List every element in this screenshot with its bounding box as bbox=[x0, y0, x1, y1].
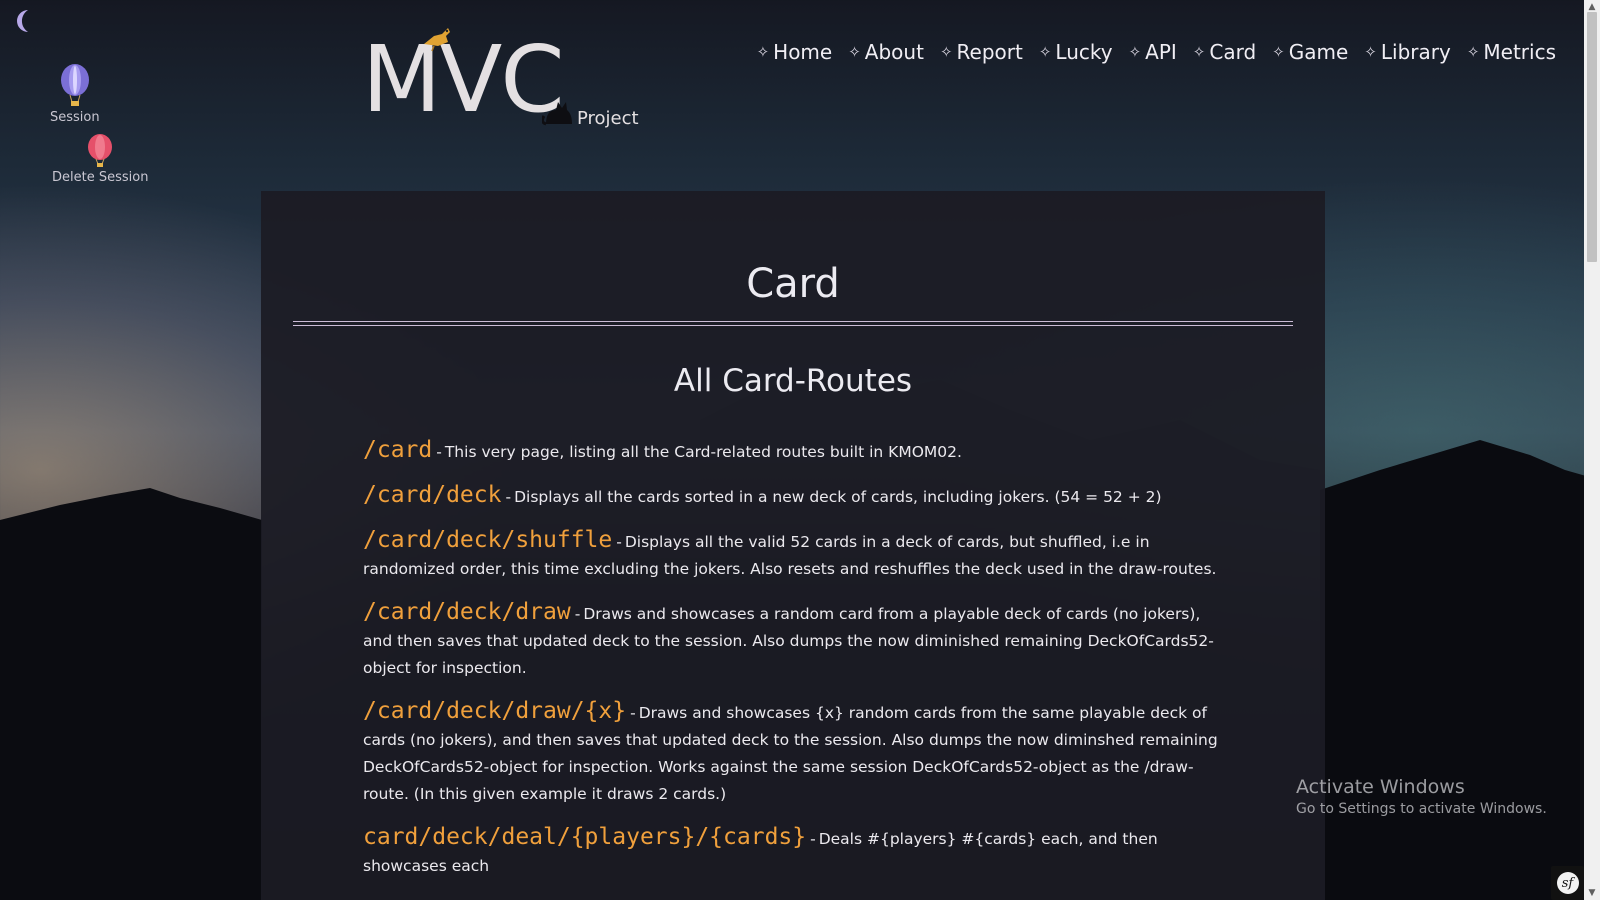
route-list: /card - This very page, listing all the Ca… bbox=[363, 437, 1218, 896]
nav-library-label: Library bbox=[1380, 40, 1451, 64]
route-item: card/deck/deal/{players}/{cards} - Deals #… bbox=[363, 824, 1218, 880]
route-link[interactable]: /card/deck/draw bbox=[363, 599, 571, 625]
content-panel: Card All Card-Routes /card - This very pag… bbox=[261, 191, 1325, 900]
sparkle-icon: ✧ bbox=[1192, 43, 1206, 61]
delete-session-label: Delete Session bbox=[52, 170, 149, 185]
activation-watermark: Activate Windows Go to Settings to activ… bbox=[1296, 776, 1547, 817]
sparkle-icon: ✧ bbox=[1272, 43, 1285, 61]
session-label: Session bbox=[50, 110, 100, 125]
nav-metrics[interactable]: ✧ Metrics bbox=[1467, 40, 1556, 64]
nav-game-label: Game bbox=[1288, 40, 1349, 64]
sparkle-icon: ✧ bbox=[756, 43, 770, 61]
balloon-red-icon bbox=[88, 134, 113, 167]
route-separator: - bbox=[505, 488, 512, 506]
sparkle-icon: ✧ bbox=[1128, 43, 1142, 61]
sparkle-icon: ✧ bbox=[1038, 43, 1052, 61]
nav-metrics-label: Metrics bbox=[1483, 40, 1556, 64]
symfony-toolbar-toggle[interactable]: sf bbox=[1551, 866, 1584, 900]
route-separator: - bbox=[810, 830, 816, 848]
nav-home[interactable]: ✧ Home bbox=[757, 40, 833, 64]
nav-report[interactable]: ✧ Report bbox=[940, 40, 1023, 64]
section-heading: All Card-Routes bbox=[673, 363, 913, 399]
route-link[interactable]: /card bbox=[363, 437, 432, 463]
watermark-title: Activate Windows bbox=[1296, 776, 1465, 798]
bird-icon bbox=[424, 28, 450, 52]
site-logo[interactable]: MVC Project bbox=[362, 22, 662, 142]
route-separator: - bbox=[436, 443, 442, 461]
nav-home-label: Home bbox=[773, 40, 833, 64]
route-item: /card/deck/draw/{x} - Draws and showcases … bbox=[363, 698, 1218, 808]
route-link[interactable]: /card/deck/draw/{x} bbox=[363, 698, 626, 724]
route-item: /card/deck/shuffle - Displays all the vali… bbox=[363, 527, 1218, 583]
route-description: This very page, listing all the Card-rel… bbox=[444, 443, 962, 461]
route-link[interactable]: /card/deck/shuffle bbox=[363, 527, 612, 553]
balloon-blue-icon bbox=[60, 64, 89, 106]
nav-api-label: API bbox=[1145, 40, 1177, 64]
delete-session-link[interactable]: Delete Session bbox=[52, 134, 148, 185]
nav-about-label: About bbox=[864, 40, 924, 64]
scroll-down-icon[interactable]: ▼ bbox=[1584, 886, 1600, 900]
scrollbar-thumb[interactable] bbox=[1587, 12, 1597, 262]
session-link[interactable]: Session bbox=[50, 64, 100, 125]
route-separator: - bbox=[616, 533, 622, 551]
logo-subtitle: Project bbox=[577, 108, 639, 129]
nav-report-label: Report bbox=[956, 40, 1023, 64]
moon-icon[interactable] bbox=[8, 6, 38, 36]
route-description: Displays all the cards sorted in a new d… bbox=[514, 488, 1162, 506]
route-separator: - bbox=[574, 605, 581, 623]
main-navigation: ✧ Home ✧ About ✧ Report ✧ Lucky ✧ API ✧ Card ✧… bbox=[757, 40, 1556, 64]
route-item: /card - This very page, listing all the Ca… bbox=[363, 437, 1218, 466]
nav-api[interactable]: ✧ API bbox=[1129, 40, 1177, 64]
nav-card-label: Card bbox=[1209, 40, 1257, 64]
route-link[interactable]: card/deck/deal/{players}/{cards} bbox=[363, 824, 806, 850]
route-separator: - bbox=[630, 704, 636, 722]
sparkle-icon: ✧ bbox=[848, 43, 861, 61]
nav-card[interactable]: ✧ Card bbox=[1193, 40, 1256, 64]
route-item: /card/deck - Displays all the cards sorted… bbox=[363, 482, 1218, 511]
nav-about[interactable]: ✧ About bbox=[848, 40, 924, 64]
page-title: Card bbox=[746, 261, 840, 307]
watermark-subtitle: Go to Settings to activate Windows. bbox=[1296, 801, 1547, 817]
sparkle-icon: ✧ bbox=[1466, 43, 1480, 61]
sparkle-icon: ✧ bbox=[1364, 43, 1377, 61]
nav-game[interactable]: ✧ Game bbox=[1272, 40, 1348, 64]
symfony-icon: sf bbox=[1556, 872, 1579, 894]
nav-lucky[interactable]: ✧ Lucky bbox=[1039, 40, 1113, 64]
vertical-scrollbar[interactable]: ▲ ▼ bbox=[1584, 0, 1600, 900]
route-link[interactable]: /card/deck bbox=[363, 482, 501, 508]
nav-lucky-label: Lucky bbox=[1055, 40, 1113, 64]
route-item: /card/deck/draw - Draws and showcases a ra… bbox=[363, 599, 1218, 682]
cat-icon bbox=[542, 102, 572, 126]
sparkle-icon: ✧ bbox=[939, 43, 953, 61]
logo-title: MVC bbox=[362, 26, 565, 133]
title-divider bbox=[293, 321, 1293, 326]
nav-library[interactable]: ✧ Library bbox=[1364, 40, 1451, 64]
